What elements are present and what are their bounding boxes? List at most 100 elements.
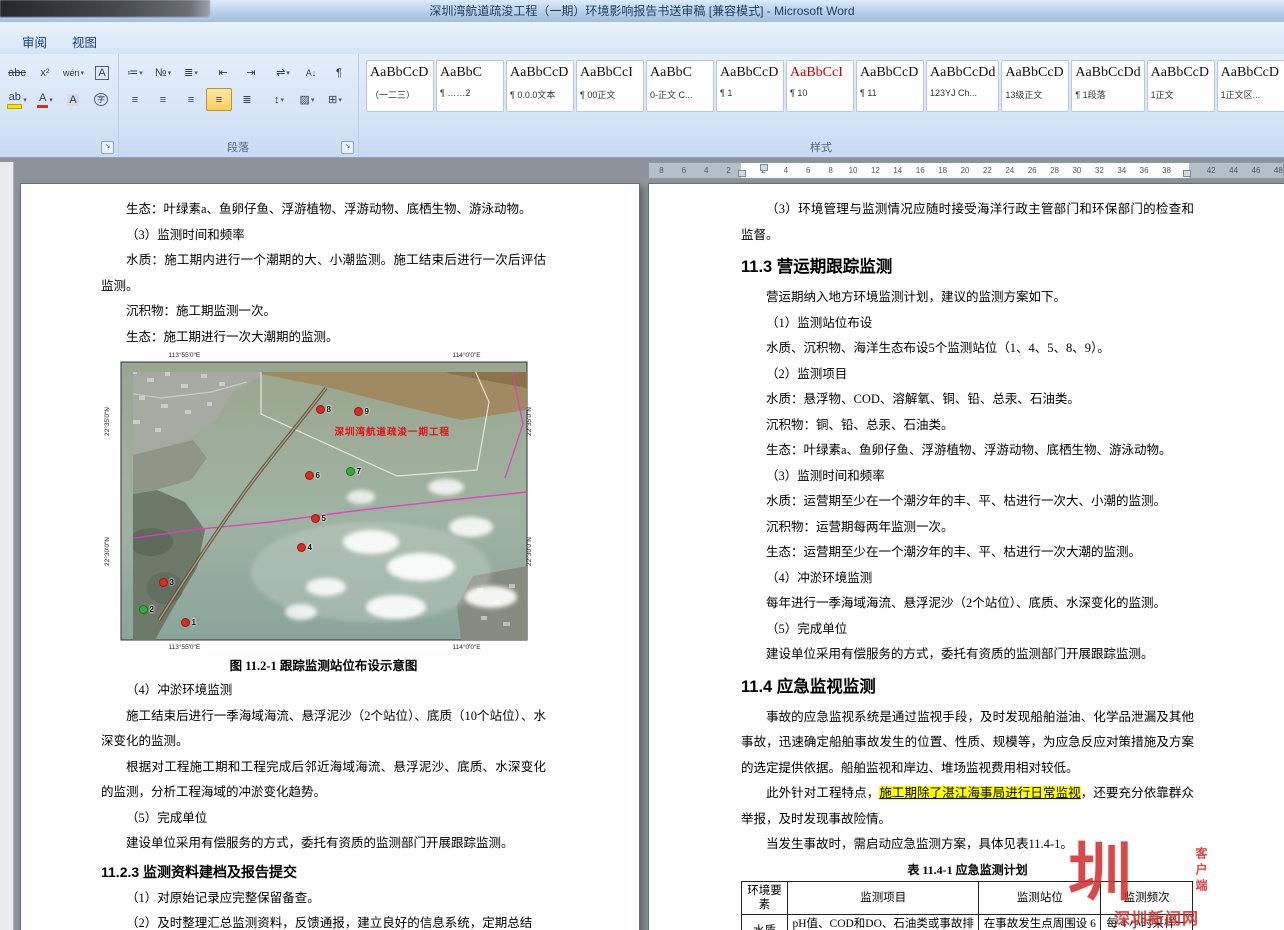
superscript-button[interactable]: x² [32, 61, 58, 84]
distribute-icon: ≣ [242, 94, 251, 106]
style-item[interactable]: AaBbC 0-正文 C... [646, 60, 714, 112]
style-item[interactable]: AaBbCcI ¶ 10 [786, 60, 854, 112]
ruler-number: 2 [717, 166, 739, 175]
style-item[interactable]: AaBbC ¶ ……2 [436, 60, 504, 112]
strikethrough-icon: abc [8, 67, 26, 79]
page-left[interactable]: 生态：叶绿素a、鱼卵仔鱼、浮游植物、浮游动物、底栖生物、游泳动物。（3）监测时间… [20, 183, 640, 930]
ruler-number: 38 [1155, 166, 1177, 175]
highlighted-text: 施工期除了湛江海事局进行日常监视 [879, 786, 1080, 800]
font-color-button[interactable]: A▾ [32, 88, 58, 111]
caret-icon: ▾ [311, 96, 315, 104]
character-border-button[interactable]: A [89, 61, 115, 84]
align-left-button[interactable]: ≡ [122, 88, 148, 111]
left-indent-marker[interactable] [738, 170, 746, 177]
station-number: 7 [357, 467, 361, 476]
paragraph: （5）完成单位 [101, 806, 546, 832]
style-preview: AaBbCcD [1151, 64, 1211, 81]
monitoring-map-figure[interactable]: 深圳湾航道疏浚一期工程 8 9 [109, 352, 539, 654]
style-name: ¶ ……2 [440, 88, 500, 98]
right-indent-marker[interactable] [1183, 170, 1191, 177]
style-item[interactable]: AaBbCcD 1正文区... [1217, 60, 1284, 112]
line-spacing-button[interactable]: ↕▾ [266, 88, 292, 111]
text-before-highlight: 此外针对工程特点， [766, 786, 879, 800]
distribute-button[interactable]: ≣ [234, 88, 260, 111]
style-item[interactable]: AaBbCcD 1正文 [1147, 60, 1215, 112]
station-dot-icon [354, 407, 363, 416]
decrease-indent-button[interactable]: ⇤ [210, 61, 236, 84]
bullets-button[interactable]: ≔▾ [122, 61, 148, 84]
quick-access-toolbar-redacted [0, 0, 210, 17]
increase-indent-icon: ⇥ [246, 67, 255, 79]
shading-button[interactable]: ▨▾ [294, 88, 320, 111]
station-number: 5 [322, 514, 326, 523]
style-item[interactable]: AaBbCcDd 123YJ Ch... [926, 60, 999, 112]
style-name: 0-正文 C... [650, 88, 710, 101]
first-line-indent-marker[interactable] [760, 164, 768, 171]
ruler-number: 18 [931, 166, 953, 175]
table-cell: 在事故发生点周围设 6 个站位 [979, 914, 1101, 930]
paragraph: （5）完成单位 [741, 617, 1194, 643]
align-center-button[interactable]: ≡ [150, 88, 176, 111]
asian-layout-button[interactable]: ⇌▾ [270, 61, 296, 84]
coordinate-label: 22°35'0"N [103, 407, 110, 436]
style-preview: AaBbCcD [370, 64, 430, 81]
paragraph: （3）监测时间和频率 [741, 464, 1194, 490]
align-right-icon: ≡ [188, 94, 194, 106]
ruler-number: 6 [673, 166, 695, 175]
character-shading-button[interactable]: A [60, 88, 86, 111]
phonetic-guide-button[interactable]: wén▾ [60, 61, 87, 84]
paragraph-marks-icon: ¶ [336, 67, 342, 79]
vertical-ruler[interactable] [0, 162, 14, 930]
ruler-number: 14 [887, 166, 909, 175]
station-number: 8 [327, 405, 331, 414]
paragraph: 生态：运营期至少在一个潮汐年的丰、平、枯进行一次大潮的监测。 [741, 540, 1194, 566]
ruler-left-numbers: 8642 [649, 163, 741, 178]
multilevel-list-button[interactable]: ≣▾ [178, 61, 204, 84]
table-cell: 每 4 小时采样一次直至达标 [1101, 914, 1193, 930]
paragraph-dialog-launcher[interactable]: ↘ [341, 141, 354, 154]
paragraph: （4）冲淤环境监测 [101, 678, 546, 704]
style-preview: AaBbCcD [860, 64, 920, 81]
style-item[interactable]: AaBbCcD ¶ 1 [716, 60, 784, 112]
text-highlight-button[interactable]: ab▾ [4, 88, 30, 111]
style-preview: AaBbCcD [1221, 64, 1281, 81]
style-item[interactable]: AaBbCcD ¶ 11 [856, 60, 924, 112]
table-cell: 水质 [742, 914, 788, 930]
tab-review[interactable]: 审阅 [12, 29, 57, 54]
caret-icon: ▾ [286, 69, 290, 77]
increase-indent-button[interactable]: ⇥ [238, 61, 264, 84]
style-item[interactable]: AaBbCcI ¶ 00正文 [576, 60, 644, 112]
title-bar: 深圳湾航道疏浚工程（一期）环境影响报告书送审稿 [兼容模式] - Microso… [0, 0, 1284, 23]
style-item[interactable]: AaBbCcD 13级正文 [1001, 60, 1069, 112]
show-marks-button[interactable]: ¶ [326, 61, 352, 84]
caret-icon: ▾ [81, 69, 85, 77]
horizontal-ruler[interactable]: 8642 2468101214161820222426283032343638 … [648, 162, 1284, 179]
style-item[interactable]: AaBbCcD ¶ 0.0.0文本 [506, 60, 574, 112]
paragraph: （4）冲淤环境监测 [741, 566, 1194, 592]
caret-icon: ▾ [338, 96, 342, 104]
sort-button[interactable]: A↓ [298, 61, 324, 84]
tab-view[interactable]: 视图 [62, 29, 107, 54]
monitoring-station: 1 [181, 618, 196, 627]
ruler-number: 34 [1111, 166, 1133, 175]
strikethrough-button[interactable]: abc [4, 61, 30, 84]
paragraph: （3）监测时间和频率 [101, 223, 546, 249]
style-item[interactable]: AaBbCcD （一二三） [366, 60, 434, 112]
highlight-icon: ab [9, 91, 21, 103]
borders-button[interactable]: ⊞▾ [322, 88, 348, 111]
table-caption: 表 11.4-1 应急监测计划 [741, 860, 1194, 880]
style-name: ¶ 10 [790, 88, 850, 98]
font-dialog-launcher[interactable]: ↘ [101, 141, 114, 154]
paragraph: 沉积物：运营期每两年监测一次。 [741, 515, 1194, 541]
style-item[interactable]: AaBbCcDd ¶ 1段落 [1071, 60, 1144, 112]
justify-button[interactable]: ≡ [206, 88, 232, 111]
numbering-button[interactable]: №▾ [150, 61, 176, 84]
align-right-button[interactable]: ≡ [178, 88, 204, 111]
paragraph: 生态：施工期进行一次大潮期的监测。 [101, 325, 546, 351]
station-dot-icon [316, 405, 325, 414]
page-right[interactable]: （3）环境管理与监测情况应随时接受海洋行政主管部门和环保部门的检查和监督。 11… [648, 183, 1284, 930]
paragraph-group: ≔▾ №▾ ≣▾ ⇤ ⇥ ⇌▾ A↓ ¶ ≡ ≡ ≡ ≡ ≣ ↕▾ ▨▾ ⊞▾ [118, 54, 359, 157]
enclose-characters-button[interactable]: 字 [88, 88, 114, 111]
document-area: 8642 2468101214161820222426283032343638 … [0, 158, 1284, 930]
align-left-icon: ≡ [132, 94, 138, 106]
